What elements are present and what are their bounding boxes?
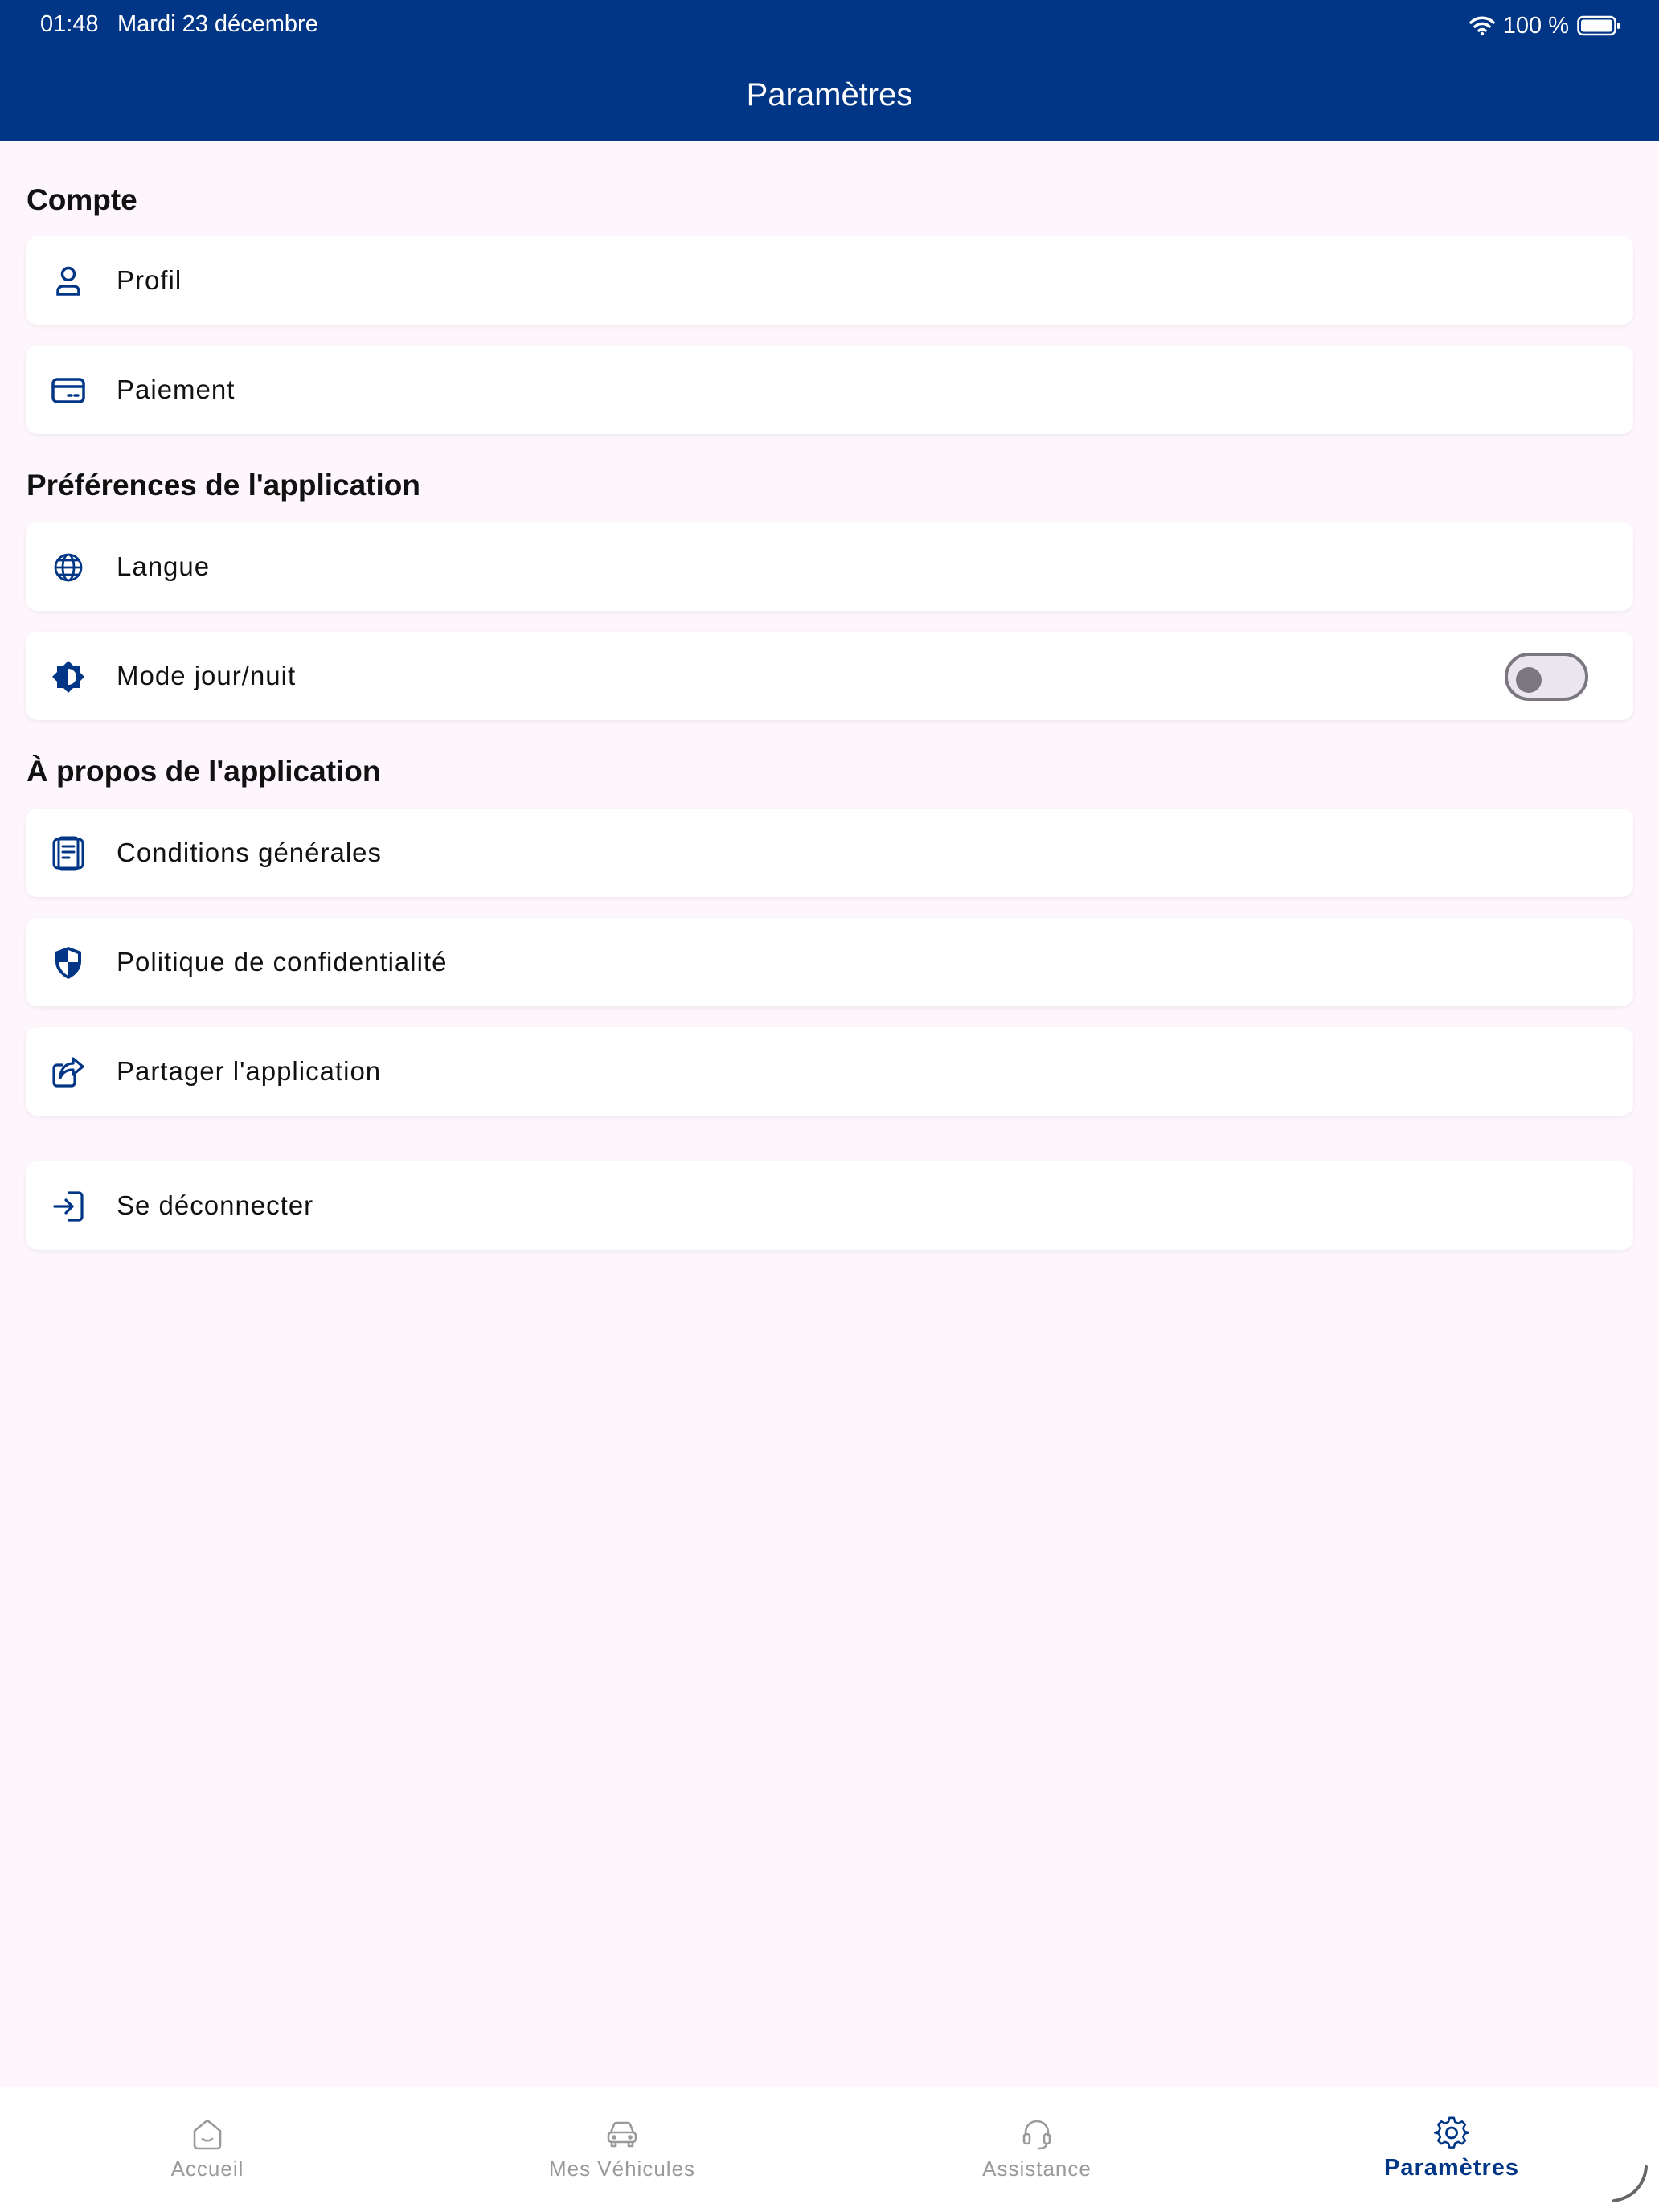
headset-icon xyxy=(1019,2116,1055,2152)
nav-tab-assistance[interactable]: Assistance xyxy=(916,2087,1157,2212)
status-date: Mardi 23 décembre xyxy=(117,11,318,37)
settings-screen: 01:48 Mardi 23 décembre 100 % Paramètres… xyxy=(0,0,1659,2212)
settings-item-label: Paiement xyxy=(117,375,236,404)
battery-icon xyxy=(1577,15,1620,36)
gear-icon xyxy=(1433,2116,1470,2152)
settings-item-label: Partager l'application xyxy=(117,1056,382,1086)
globe-icon xyxy=(50,549,87,586)
toggle-knob xyxy=(1516,667,1542,693)
wifi-icon xyxy=(1469,15,1495,36)
section-title-about: À propos de l'application xyxy=(27,755,381,788)
settings-item-payment[interactable]: Paiement xyxy=(26,346,1633,434)
page-title: Paramètres xyxy=(746,77,913,113)
settings-item-day-night-mode[interactable]: Mode jour/nuit xyxy=(26,632,1633,720)
nav-tab-vehicles[interactable]: Mes Véhicules xyxy=(502,2087,743,2212)
logout-icon xyxy=(50,1188,87,1225)
nav-tab-label: Assistance xyxy=(982,2157,1092,2181)
nav-tab-settings[interactable]: Paramètres xyxy=(1331,2087,1572,2212)
nav-tab-label: Accueil xyxy=(170,2157,244,2181)
status-time: 01:48 xyxy=(40,11,99,37)
shield-icon xyxy=(50,944,87,981)
section-title-preferences: Préférences de l'application xyxy=(27,469,420,502)
car-icon xyxy=(604,2116,640,2152)
settings-item-label: Langue xyxy=(117,551,211,581)
settings-item-label: Profil xyxy=(117,265,182,295)
document-icon xyxy=(50,835,87,872)
battery-percentage: 100 % xyxy=(1502,12,1569,39)
app-header: 01:48 Mardi 23 décembre 100 % Paramètres xyxy=(0,0,1659,141)
settings-item-privacy-policy[interactable]: Politique de confidentialité xyxy=(26,918,1633,1006)
nav-tab-label: Paramètres xyxy=(1384,2155,1519,2181)
settings-item-label: Conditions générales xyxy=(117,838,383,867)
logout-label: Se déconnecter xyxy=(117,1190,314,1220)
brightness-icon xyxy=(50,658,87,695)
home-icon xyxy=(190,2116,225,2152)
credit-card-icon xyxy=(50,372,87,409)
settings-item-profile[interactable]: Profil xyxy=(26,236,1633,325)
settings-item-share-app[interactable]: Partager l'application xyxy=(26,1027,1633,1116)
share-icon xyxy=(50,1054,87,1091)
settings-item-label: Mode jour/nuit xyxy=(117,661,297,690)
resize-handle-icon xyxy=(1609,2164,1649,2204)
section-title-account: Compte xyxy=(27,183,137,216)
nav-tab-label: Mes Véhicules xyxy=(548,2157,696,2181)
logout-button[interactable]: Se déconnecter xyxy=(26,1161,1633,1250)
bottom-navigation: Accueil Mes Véhicules Assistance Paramèt… xyxy=(0,2087,1659,2212)
settings-item-label: Politique de confidentialité xyxy=(117,947,448,977)
person-icon xyxy=(50,263,87,300)
nav-tab-home[interactable]: Accueil xyxy=(87,2087,328,2212)
settings-item-language[interactable]: Langue xyxy=(26,522,1633,611)
settings-item-terms[interactable]: Conditions générales xyxy=(26,809,1633,897)
status-indicators: 100 % xyxy=(1469,11,1620,40)
day-night-toggle[interactable] xyxy=(1505,653,1588,701)
